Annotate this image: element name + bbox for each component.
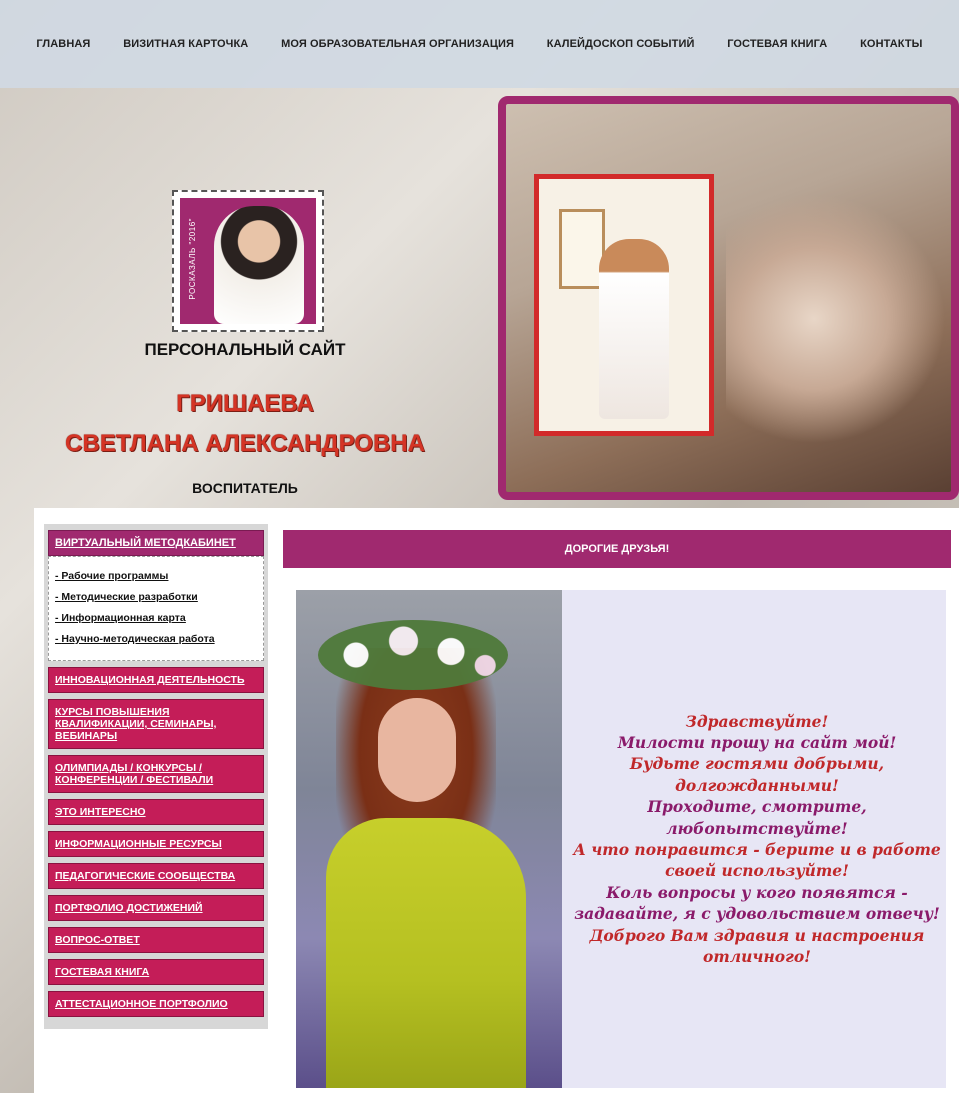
greeting-line: Проходите, смотрите, [647, 797, 867, 817]
submenu-item-label: Рабочие программы [61, 570, 169, 582]
greeting-line: Милости прошу на сайт мой! [617, 732, 897, 752]
postage-stamp: РОСКАЗАЛЬ "2016" [172, 190, 324, 332]
owner-role: ВОСПИТАТЕЛЬ [192, 480, 298, 496]
sidebar-item-info-resources[interactable]: ИНФОРМАЦИОННЫЕ РЕСУРСЫ [48, 831, 264, 857]
submenu-item-label: Методические разработки [61, 591, 198, 603]
nav-my-organization[interactable]: МОЯ ОБРАЗОВАТЕЛЬНАЯ ОРГАНИЗАЦИЯ [281, 38, 514, 50]
sidebar-item-innovation[interactable]: ИННОВАЦИОННАЯ ДЕЯТЕЛЬНОСТЬ [48, 667, 264, 693]
greeting-line: любопытствуйте! [666, 818, 848, 838]
nav-home[interactable]: ГЛАВНАЯ [36, 38, 90, 50]
greeting-line: долгожданными! [675, 775, 839, 795]
sidebar-item-courses[interactable]: КУРСЫ ПОВЫШЕНИЯ КВАЛИФИКАЦИИ, СЕМИНАРЫ, … [48, 699, 264, 749]
greeting-line: Здравствуйте! [685, 711, 829, 731]
sidebar-item-portfolio[interactable]: ПОРТФОЛИО ДОСТИЖЕНИЙ [48, 895, 264, 921]
portrait-dress [326, 818, 526, 1088]
nav-business-card[interactable]: ВИЗИТНАЯ КАРТОЧКА [123, 38, 248, 50]
submenu-item-label: Информационная карта [61, 612, 186, 624]
painting-girl [599, 239, 669, 419]
greeting-line: отличного! [703, 947, 811, 967]
stamp-portrait [214, 206, 304, 324]
header-left: РОСКАЗАЛЬ "2016" ПЕРСОНАЛЬНЫЙ САЙТ ГРИША… [0, 88, 490, 576]
owner-name: СВЕТЛАНА АЛЕКСАНДРОВНА [65, 430, 425, 457]
sidebar-item-guestbook[interactable]: ГОСТЕВАЯ КНИГА [48, 959, 264, 985]
submenu-item-label: Научно-методическая работа [61, 633, 215, 645]
portrait-flower-wreath [318, 620, 508, 690]
submenu-item[interactable]: - Научно-методическая работа [55, 629, 257, 650]
stamp-text: РОСКАЗАЛЬ "2016" [188, 218, 197, 300]
sidebar-menu: ВИРТУАЛЬНЫЙ МЕТОДКАБИНЕТ - Рабочие прогр… [44, 524, 268, 1029]
stamp-inner: РОСКАЗАЛЬ "2016" [180, 198, 316, 324]
site-label: ПЕРСОНАЛЬНЫЙ САЙТ [144, 340, 346, 359]
sidebar-item-attestation[interactable]: АТТЕСТАЦИОННОЕ ПОРТФОЛИО [48, 991, 264, 1017]
hero-image [498, 96, 959, 500]
greeting-line: Будьте гостями добрыми, [629, 754, 885, 774]
greeting-poem: Здравствуйте! Милости прошу на сайт мой!… [568, 590, 946, 1088]
nav-contacts[interactable]: КОНТАКТЫ [860, 38, 922, 50]
hero-painting [534, 174, 714, 436]
top-nav: ГЛАВНАЯ ВИЗИТНАЯ КАРТОЧКА МОЯ ОБРАЗОВАТЕ… [0, 0, 959, 88]
sidebar: ВИРТУАЛЬНЫЙ МЕТОДКАБИНЕТ - Рабочие прогр… [34, 508, 276, 1093]
submenu-item[interactable]: - Информационная карта [55, 608, 257, 629]
sidebar-item-qa[interactable]: ВОПРОС-ОТВЕТ [48, 927, 264, 953]
greeting-line: Коль вопросы у кого появятся - [606, 882, 908, 902]
sidebar-head-virtual-cabinet[interactable]: ВИРТУАЛЬНЫЙ МЕТОДКАБИНЕТ [48, 530, 264, 556]
sidebar-item-olympiads[interactable]: ОЛИМПИАДЫ / КОНКУРСЫ / КОНФЕРЕНЦИИ / ФЕС… [48, 755, 264, 793]
nav-guestbook[interactable]: ГОСТЕВАЯ КНИГА [727, 38, 827, 50]
sidebar-item-communities[interactable]: ПЕДАГОГИЧЕСКИЕ СООБЩЕСТВА [48, 863, 264, 889]
greeting-line: А что понравится - берите и в работе [573, 840, 941, 859]
sidebar-submenu: - Рабочие программы - Методические разра… [48, 556, 264, 661]
sidebar-item-interesting[interactable]: ЭТО ИНТЕРЕСНО [48, 799, 264, 825]
owner-surname: ГРИШАЕВА [176, 390, 314, 417]
owner-portrait [296, 590, 562, 1088]
welcome-box: Здравствуйте! Милости прошу на сайт мой!… [296, 590, 946, 1088]
greeting-line: Доброго Вам здравия и настроения [589, 925, 925, 945]
greeting-line: своей используйте! [665, 861, 849, 881]
nav-events[interactable]: КАЛЕЙДОСКОП СОБЫТИЙ [547, 38, 695, 50]
greeting-line: задавайте, я с удовольствием отвечу! [574, 904, 940, 924]
hero-toys [726, 194, 946, 444]
submenu-item[interactable]: - Рабочие программы [55, 566, 257, 587]
submenu-item[interactable]: - Методические разработки [55, 587, 257, 608]
portrait-face [378, 698, 456, 802]
main-content: ДОРОГИЕ ДРУЗЬЯ! Здравствуйте! Милости пр… [276, 508, 959, 1093]
main-title-bar: ДОРОГИЕ ДРУЗЬЯ! [283, 530, 951, 568]
